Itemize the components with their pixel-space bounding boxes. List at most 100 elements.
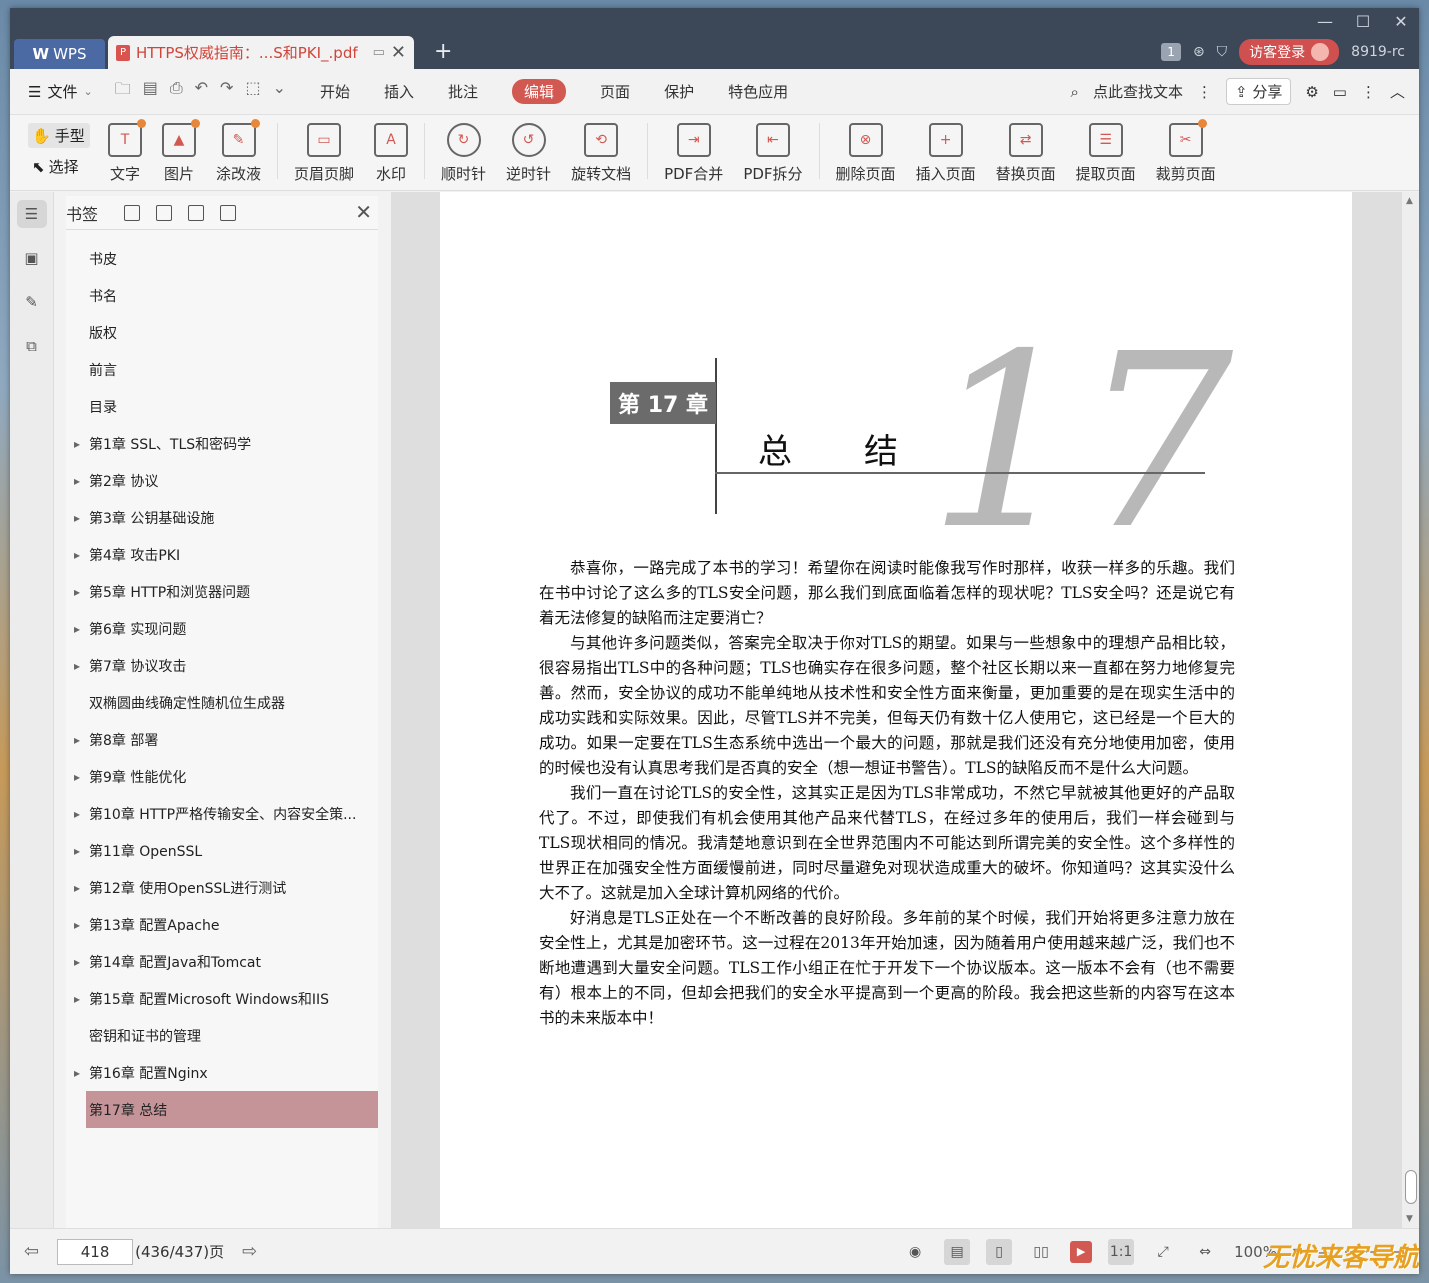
rotate-doc-button[interactable]: ⟲ 旋转文档 (571, 123, 631, 184)
rotate-ccw-button[interactable]: ↺ 逆时针 (506, 123, 551, 184)
more-icon[interactable]: ⋮ (1197, 83, 1212, 101)
actual-size-icon[interactable]: 1:1 (1108, 1238, 1135, 1265)
login-button[interactable]: 访客登录 (1239, 39, 1340, 65)
close-window-icon[interactable]: ✕ (1389, 12, 1413, 31)
attachment-icon[interactable]: ⧉ (17, 332, 47, 360)
vertical-scrollbar[interactable]: ▲ ▼ (1402, 192, 1419, 1228)
sync-icon[interactable]: ⊛ (1193, 44, 1205, 60)
pdf-icon: P (116, 44, 130, 61)
tab-protect[interactable]: 保护 (664, 81, 694, 102)
annotation-icon[interactable]: ✎ (17, 288, 47, 316)
close-panel-icon[interactable]: ✕ (355, 200, 372, 224)
bookmark-item[interactable]: 第6章 实现问题 (66, 610, 378, 647)
search-icon[interactable]: ⌕ (1071, 83, 1079, 101)
tab-annotate[interactable]: 批注 (448, 81, 478, 102)
play-icon[interactable]: ▶ (1070, 1240, 1093, 1263)
fit-width-icon[interactable]: ⇔ (1192, 1239, 1218, 1265)
maximize-icon[interactable]: ☐ (1351, 12, 1375, 31)
fit-page-icon[interactable]: ⤢ (1150, 1239, 1176, 1265)
bookmark-item[interactable]: 第2章 协议 (66, 462, 378, 499)
collapse-ribbon-icon[interactable]: ︿ (1390, 81, 1405, 102)
tab-edit[interactable]: 编辑 (512, 79, 567, 104)
correction-tool-button[interactable]: ✎ 涂改液 (216, 119, 261, 184)
add-bookmark-icon[interactable] (188, 204, 205, 221)
print-icon[interactable]: ⎙ (170, 78, 183, 105)
search-text[interactable]: 点此查找文本 (1093, 81, 1183, 102)
more-vertical-icon[interactable]: ⋮ (1361, 83, 1376, 101)
bookmark-item[interactable]: 版权 (66, 314, 378, 351)
bookmark-panel-icon[interactable]: ☰ (16, 200, 47, 228)
bookmark-item[interactable]: 第12章 使用OpenSSL进行测试 (66, 869, 378, 906)
collapse-all-icon[interactable] (156, 204, 173, 221)
bookmark-item[interactable]: 第5章 HTTP和浏览器问题 (66, 573, 378, 610)
prev-page-icon[interactable]: ⇦ (24, 1241, 39, 1262)
share-button[interactable]: ⇪ 分享 (1225, 78, 1292, 105)
bookmark-item[interactable]: 第16章 配置Nginx (66, 1054, 378, 1091)
bookmark-item[interactable]: 第15章 配置Microsoft Windows和IIS (66, 980, 378, 1017)
bookmark-item[interactable]: 第10章 HTTP严格传输安全、内容安全策... (66, 795, 378, 832)
hand-tool-button[interactable]: ✋ 手型 (28, 123, 90, 148)
redo-icon[interactable]: ↷ (220, 78, 233, 105)
shirt-icon[interactable]: ⛉ (1217, 44, 1228, 60)
crop-page-button[interactable]: ✂ 裁剪页面 (1156, 119, 1216, 184)
undo-icon[interactable]: ↶ (195, 78, 208, 105)
bookmark-item[interactable]: 目录 (66, 388, 378, 425)
watermark-button[interactable]: A 水印 (374, 123, 409, 184)
bookmark-item[interactable]: 第14章 配置Java和Tomcat (66, 943, 378, 980)
document-tab[interactable]: P HTTPS权威指南：...S和PKI_.pdf ▭ ✕ (108, 36, 414, 69)
comment-icon[interactable]: ▭ (1333, 83, 1347, 101)
next-page-icon[interactable]: ⇨ (242, 1241, 257, 1262)
pdf-merge-button[interactable]: ⇥ PDF合并 (664, 123, 723, 184)
more-quick-icon[interactable]: ⌄ (273, 78, 286, 105)
delete-page-button[interactable]: ⊗ 删除页面 (836, 123, 896, 184)
bookmark-item[interactable]: 书名 (66, 277, 378, 314)
bookmark-settings-icon[interactable] (220, 204, 237, 221)
rotate-cw-button[interactable]: ↻ 顺时针 (441, 123, 486, 184)
file-menu[interactable]: ☰ 文件 ⌄ (28, 81, 93, 102)
continuous-view-icon[interactable]: ▤ (944, 1238, 971, 1265)
replace-page-button[interactable]: ⇄ 替换页面 (996, 123, 1056, 184)
select-tool-button[interactable]: ⬉ 选择 (28, 154, 98, 179)
new-tab-button[interactable]: + (434, 39, 452, 64)
scroll-down-icon[interactable]: ▼ (1406, 1214, 1413, 1224)
bookmark-item[interactable]: 第8章 部署 (66, 721, 378, 758)
bookmark-item[interactable]: 第9章 性能优化 (66, 758, 378, 795)
bookmark-item-active[interactable]: 第17章 总结 (86, 1091, 378, 1128)
insert-page-button[interactable]: + 插入页面 (916, 123, 976, 184)
tab-start[interactable]: 开始 (320, 81, 350, 102)
pdf-split-button[interactable]: ⇤ PDF拆分 (743, 123, 803, 184)
bookmark-item[interactable]: 密钥和证书的管理 (66, 1017, 378, 1054)
close-tab-icon[interactable]: ✕ (391, 42, 406, 63)
bookmark-item[interactable]: 第4章 攻击PKI (66, 536, 378, 573)
bookmark-item[interactable]: 第7章 协议攻击 (66, 647, 378, 684)
wps-home-tab[interactable]: 𝗪 WPS (14, 39, 105, 69)
header-footer-button[interactable]: ▭ 页眉页脚 (294, 123, 354, 184)
settings-icon[interactable]: ⚙ (1305, 83, 1318, 101)
minimize-icon[interactable]: — (1313, 12, 1337, 31)
bookmark-item[interactable]: 第11章 OpenSSL (66, 832, 378, 869)
tab-special[interactable]: 特色应用 (728, 81, 788, 102)
bookmark-item[interactable]: 书皮 (66, 240, 378, 277)
tab-page[interactable]: 页面 (600, 81, 630, 102)
double-page-icon[interactable]: ▯▯ (1028, 1239, 1054, 1265)
eye-protection-icon[interactable]: ◉ (902, 1239, 928, 1265)
tab-insert[interactable]: 插入 (384, 81, 414, 102)
save-icon[interactable]: ▤ (143, 78, 158, 105)
bookmark-item[interactable]: 第13章 配置Apache (66, 906, 378, 943)
bookmark-item[interactable]: 前言 (66, 351, 378, 388)
window-count-badge[interactable]: 1 (1161, 43, 1181, 61)
page-number-input[interactable]: 418 (57, 1238, 134, 1265)
export-icon[interactable]: ⬚ (245, 78, 260, 105)
extract-page-button[interactable]: ☰ 提取页面 (1076, 123, 1136, 184)
scroll-up-icon[interactable]: ▲ (1406, 196, 1413, 206)
text-tool-button[interactable]: T 文字 (108, 119, 146, 184)
thumbnail-icon[interactable]: ▣ (17, 244, 47, 272)
expand-all-icon[interactable] (124, 204, 141, 221)
bookmark-item[interactable]: 双椭圆曲线确定性随机位生成器 (66, 684, 378, 721)
open-icon[interactable]: 🗀 (115, 78, 131, 105)
image-tool-button[interactable]: ▲ 图片 (162, 119, 200, 184)
bookmark-item[interactable]: 第1章 SSL、TLS和密码学 (66, 425, 378, 462)
single-page-icon[interactable]: ▯ (986, 1238, 1013, 1265)
bookmark-item[interactable]: 第3章 公钥基础设施 (66, 499, 378, 536)
scroll-thumb[interactable] (1405, 1170, 1417, 1204)
